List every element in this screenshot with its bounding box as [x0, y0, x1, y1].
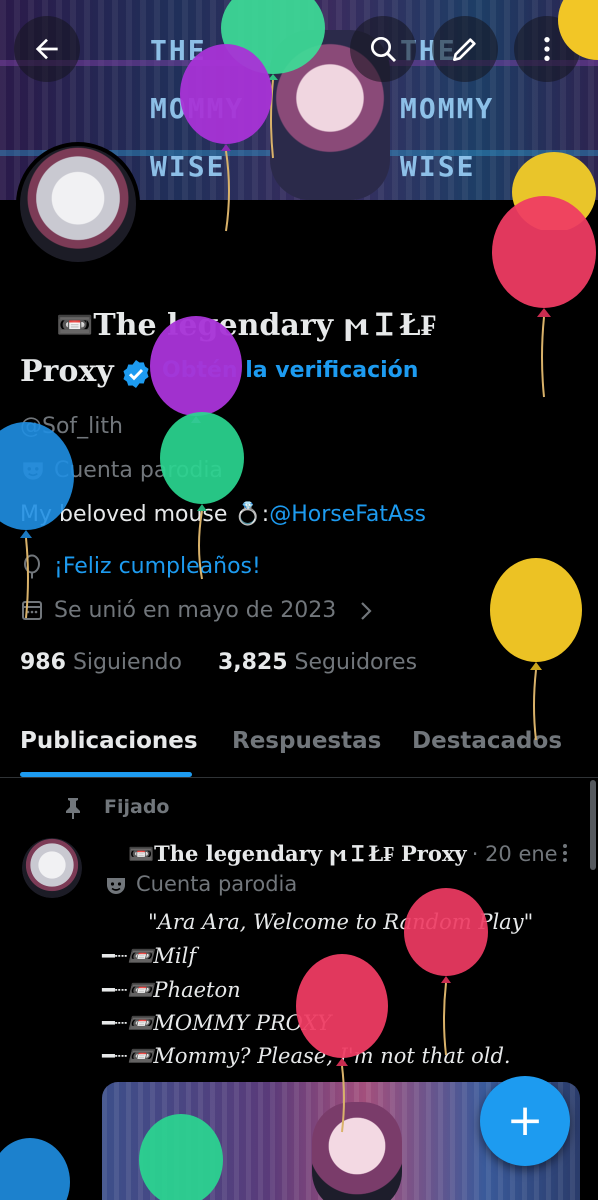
post-text-line: "Ara Ara, Welcome to Random Play" [148, 910, 534, 934]
pencil-icon [453, 38, 476, 61]
following-link[interactable]: 986 Siguiendo [20, 650, 182, 675]
more-vertical-icon [544, 37, 550, 61]
back-button[interactable] [14, 16, 80, 82]
search-icon [371, 37, 397, 63]
compose-button[interactable]: + [480, 1076, 570, 1166]
profile-bio: My beloved mouse 💍:@HorseFatAss [20, 502, 426, 527]
banner-text-left: THE MOMMY WISE [150, 34, 245, 183]
follow-stats: 986 Siguiendo 3,825 Seguidores [20, 650, 417, 675]
post-date[interactable]: · 20 ene [472, 842, 558, 866]
following-count: 986 [20, 650, 66, 675]
post-avatar[interactable] [22, 838, 82, 898]
tabs-divider [0, 777, 598, 778]
bio-mention-link[interactable]: @HorseFatAss [269, 502, 426, 527]
post-text-line: ━┈📼Milf [102, 944, 197, 968]
post-parody-label: Cuenta parodia [136, 872, 298, 896]
search-button[interactable] [350, 16, 416, 82]
post-text-line: ━┈📼Phaeton [102, 978, 241, 1002]
post-more-icon[interactable] [556, 842, 574, 864]
post-text-line: ━┈📼Mommy? Please, I'm not that old. [102, 1044, 511, 1068]
avatar-image [20, 146, 136, 262]
chevron-right-icon[interactable] [356, 600, 376, 622]
following-label: Siguiendo [72, 650, 182, 675]
join-date[interactable]: Se unió en mayo de 2023 [54, 598, 336, 623]
balloon-decoration [492, 196, 596, 398]
balloon-decoration [0, 1138, 70, 1200]
pin-icon [66, 798, 80, 819]
media-artwork [312, 1102, 402, 1200]
edit-button[interactable] [432, 16, 498, 82]
more-button[interactable] [514, 16, 580, 82]
theater-mask-icon [107, 878, 125, 894]
theater-mask-icon [23, 462, 43, 480]
get-verified-link[interactable]: Obtén la verificación [162, 358, 418, 383]
post-text-line: ━┈📼MOMMY PROXY [102, 1011, 332, 1035]
display-name-line1: 📼The legendary ϻＩŁ₣ [56, 308, 436, 343]
post-author[interactable]: 📼The legendary ϻＩŁ₣ Proxy [128, 841, 467, 866]
profile-handle: @Sof_lith [20, 414, 123, 439]
bio-text: My beloved mouse 💍: [20, 502, 270, 527]
verified-badge-icon [123, 360, 149, 388]
birthday-link[interactable]: ¡Feliz cumpleaños! [54, 554, 261, 579]
display-name-line2: Proxy [20, 354, 114, 389]
compose-plus-icon: + [506, 1095, 544, 1146]
followers-label: Seguidores [294, 650, 418, 675]
followers-link[interactable]: 3,825 Seguidores [218, 650, 417, 675]
balloon-icon [24, 554, 40, 579]
balloon-decoration [490, 558, 582, 741]
scrollbar[interactable] [590, 780, 596, 870]
tab-replies[interactable]: Respuestas [232, 728, 381, 754]
pinned-label: Fijado [104, 796, 170, 818]
arrow-left-icon [35, 38, 58, 60]
tab-posts[interactable]: Publicaciones [20, 728, 198, 754]
profile-avatar[interactable] [16, 142, 140, 266]
avatar-image [22, 838, 82, 898]
followers-count: 3,825 [217, 650, 288, 675]
post-header: 📼The legendary ϻＩŁ₣ Proxy · 20 ene [128, 838, 558, 868]
parody-label: Cuenta parodia [54, 458, 223, 483]
tab-highlights[interactable]: Destacados [412, 728, 562, 754]
calendar-icon [22, 601, 42, 620]
